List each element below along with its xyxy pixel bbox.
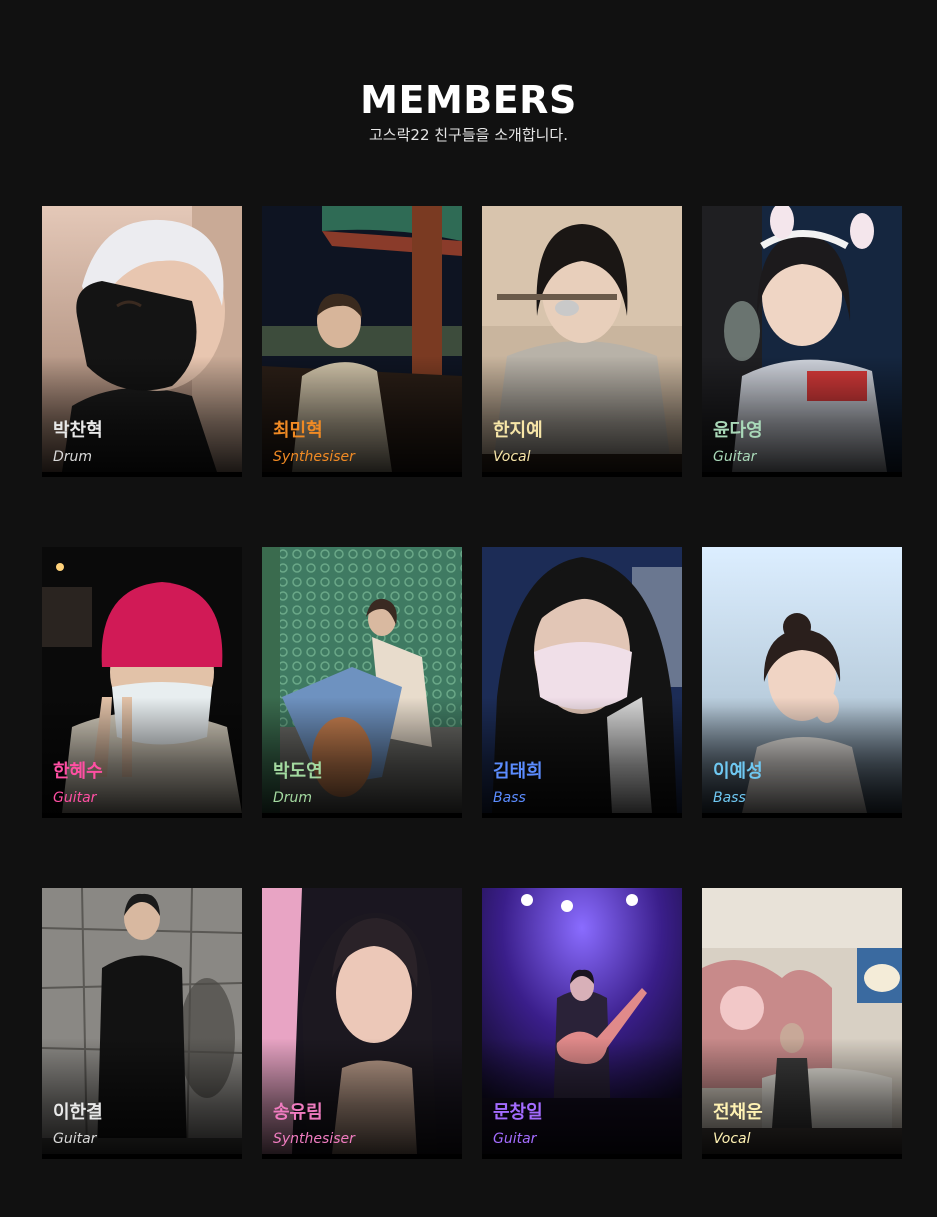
member-grid: 박찬혁 Drum 최민혁 Synthesiser 한지예 Vocal 윤다영 G…	[42, 206, 902, 1159]
member-name: 윤다영	[713, 420, 763, 441]
member-role: Vocal	[713, 1131, 751, 1147]
member-role: Guitar	[53, 790, 97, 806]
member-name: 최민혁	[273, 420, 323, 441]
member-role: Synthesiser	[273, 449, 355, 465]
member-card[interactable]: 김태희 Bass	[482, 547, 682, 818]
member-card[interactable]: 한지예 Vocal	[482, 206, 682, 477]
card-divider	[42, 813, 242, 818]
member-role: Bass	[493, 790, 526, 806]
member-role: Drum	[273, 790, 313, 806]
member-card[interactable]: 윤다영 Guitar	[702, 206, 902, 477]
member-name: 이한결	[53, 1102, 103, 1123]
member-name: 이예성	[713, 761, 763, 782]
member-card[interactable]: 이예성 Bass	[702, 547, 902, 818]
member-card[interactable]: 한혜수 Guitar	[42, 547, 242, 818]
member-name: 한지예	[493, 420, 543, 441]
member-card[interactable]: 전채운 Vocal	[702, 888, 902, 1159]
member-role: Guitar	[713, 449, 757, 465]
member-name: 한혜수	[53, 761, 103, 782]
member-name: 김태희	[493, 761, 543, 782]
page-subtitle: 고스락22 친구들을 소개합니다.	[369, 126, 568, 144]
member-role: Bass	[713, 790, 746, 806]
card-divider	[702, 813, 902, 818]
member-role: Synthesiser	[273, 1131, 355, 1147]
card-divider	[42, 1154, 242, 1159]
card-divider	[262, 1154, 462, 1159]
member-card[interactable]: 이한결 Guitar	[42, 888, 242, 1159]
member-name: 박찬혁	[53, 420, 103, 441]
member-role: Guitar	[493, 1131, 537, 1147]
card-divider	[482, 472, 682, 477]
card-divider	[482, 1154, 682, 1159]
member-role: Guitar	[53, 1131, 97, 1147]
member-name: 박도연	[273, 761, 323, 782]
member-name: 전채운	[713, 1102, 763, 1123]
member-card[interactable]: 문창일 Guitar	[482, 888, 682, 1159]
card-divider	[262, 813, 462, 818]
card-divider	[262, 472, 462, 477]
member-card[interactable]: 최민혁 Synthesiser	[262, 206, 462, 477]
member-role: Vocal	[493, 449, 531, 465]
member-card[interactable]: 송유림 Synthesiser	[262, 888, 462, 1159]
card-divider	[702, 1154, 902, 1159]
card-divider	[702, 472, 902, 477]
member-name: 송유림	[273, 1102, 323, 1123]
member-card[interactable]: 박찬혁 Drum	[42, 206, 242, 477]
page-title: MEMBERS	[360, 78, 577, 123]
member-role: Drum	[53, 449, 93, 465]
member-name: 문창일	[493, 1102, 543, 1123]
member-card[interactable]: 박도연 Drum	[262, 547, 462, 818]
card-divider	[482, 813, 682, 818]
card-divider	[42, 472, 242, 477]
